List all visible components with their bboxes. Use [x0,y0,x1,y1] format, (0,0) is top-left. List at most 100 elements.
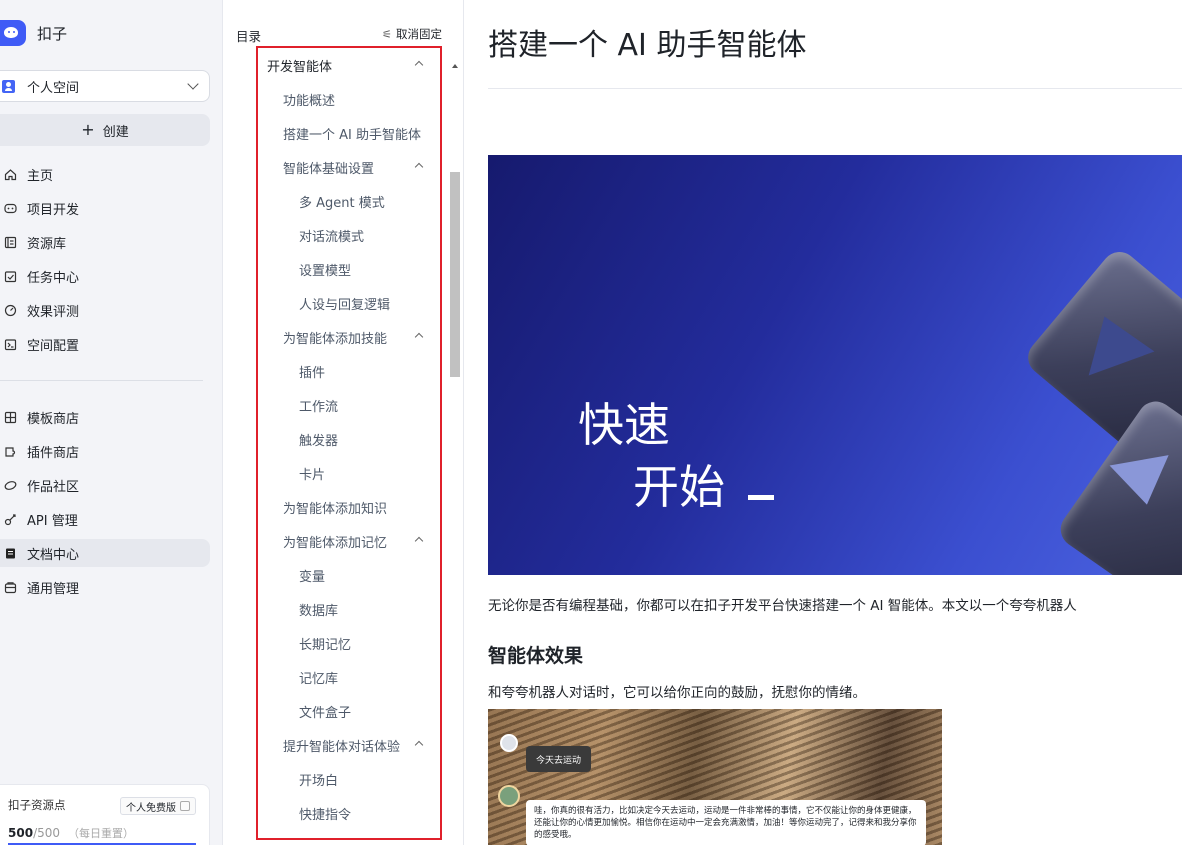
unpin-button[interactable]: ⚟ 取消固定 [382,26,442,42]
nav-label: 空间配置 [27,338,80,354]
nav-label: 效果评测 [27,304,80,320]
nav-item-settings[interactable]: 通用管理 [0,573,210,601]
toc-item[interactable]: 多 Agent 模式 [258,184,440,218]
nav-item-docs[interactable]: 文档中心 [0,539,210,567]
toc-item-label: 提升智能体对话体验 [283,739,401,755]
chevron-up-icon[interactable] [414,162,424,172]
nav-item-api[interactable]: API 管理 [0,505,210,533]
toc-item[interactable]: 智能体基础设置 [258,150,440,184]
unpin-icon: ⚟ [382,27,392,41]
toc-item[interactable]: 开发智能体 [258,48,440,82]
nav-label: 项目开发 [27,202,80,218]
toc-item[interactable]: 触发器 [258,422,440,456]
toc-item-label: 开发智能体 [267,59,333,75]
nav-main: 主页 项目开发 资源库 任务中心 效果评测 空间配置 [0,160,210,364]
toc-item[interactable]: 文件盒子 [258,694,440,728]
nav-item-library[interactable]: 资源库 [0,228,210,256]
project-icon [3,201,17,215]
unpin-label: 取消固定 [396,27,442,41]
chevron-up-icon[interactable] [414,60,424,70]
toc-item[interactable]: 卡片 [258,456,440,490]
nav-item-evaluation[interactable]: 效果评测 [0,296,210,324]
toc-item-label: 卡片 [299,467,326,483]
nav-item-home[interactable]: 主页 [0,160,210,188]
toc-item[interactable]: 长期记忆 [258,626,440,660]
nav-label: 资源库 [27,236,67,252]
nav-label: API 管理 [27,513,78,529]
plus-icon: + [81,120,95,139]
demo-screenshot: 今天去运动 哇，你真的很有活力，比如决定今天去运动，运动是一件非常棒的事情，它不… [488,709,942,845]
app-window: 扣子 个人空间 + 创建 主页 项目开发 资源库 任务中心 效果评测 空间配置 … [0,0,1182,845]
user-avatar [500,734,518,752]
toc-item[interactable]: 快捷指令 [258,796,440,830]
toc-item[interactable]: 提升智能体对话体验 [258,728,440,762]
toc-item[interactable]: 变量 [258,558,440,592]
nav-item-space-config[interactable]: 空间配置 [0,330,210,358]
nav-label: 通用管理 [27,581,80,597]
toc-item[interactable]: 人设与回复逻辑 [258,286,440,320]
create-button[interactable]: + 创建 [0,114,210,146]
toc-item-label: 搭建一个 AI 助手智能体 [283,127,421,143]
doc-icon [3,546,17,560]
toc-item[interactable]: 设置模型 [258,252,440,286]
toc-item-label: 人设与回复逻辑 [299,297,391,313]
hero-text-line2: 开始 [633,460,725,514]
section-description: 和夸夸机器人对话时，它可以给你正向的鼓励，抚慰你的情绪。 [488,685,866,701]
toc-item[interactable]: 为智能体添加知识 [258,490,440,524]
toc-item[interactable]: 记忆库 [258,660,440,694]
sidebar-divider [0,380,203,381]
nav-secondary: 模板商店 插件商店 作品社区 API 管理 文档中心 通用管理 [0,403,210,607]
credits-note: （每日重置） [68,827,135,840]
toc-title: 目录 [236,29,262,44]
toc-item[interactable]: 数据库 [258,592,440,626]
toc-panel: 目录 ⚟ 取消固定 开发智能体功能概述搭建一个 AI 助手智能体 智能体基础设置多… [224,0,464,845]
toc-item[interactable]: 对话流模式 [258,218,440,252]
hero-banner: 快速 开始 [488,155,1182,575]
chevron-up-icon[interactable] [414,332,424,342]
community-icon [3,478,17,492]
toc-item[interactable]: 开场白 [258,762,440,796]
toc-item[interactable]: 搭建一个 AI 助手智能体 [258,116,440,150]
nav-item-task[interactable]: 任务中心 [0,262,210,290]
toc-item-label: 触发器 [299,433,339,449]
chevron-up-icon[interactable] [414,740,424,750]
nav-item-project[interactable]: 项目开发 [0,194,210,222]
scrollbar-thumb[interactable] [450,172,460,377]
toc-item[interactable]: 为智能体添加技能 [258,320,440,354]
nav-item-plugin-store[interactable]: 插件商店 [0,437,210,465]
brand[interactable]: 扣子 [0,18,67,48]
credits-panel[interactable]: 扣子资源点 个人免费版 500/500 （每日重置） [0,784,210,845]
plan-label: 个人免费版 [126,802,176,814]
brand-name: 扣子 [37,24,68,43]
nav-label: 文档中心 [27,547,80,563]
toc-item-label: 功能概述 [283,93,336,109]
toc-item-label: 文件盒子 [299,705,352,721]
coze-logo-icon [0,20,26,46]
toc-item-label: 为智能体添加技能 [283,331,388,347]
evaluation-icon [3,303,17,317]
settings-icon [3,580,17,594]
toc-item-label: 为智能体添加知识 [283,501,388,517]
toc-item[interactable]: 工作流 [258,388,440,422]
plugin-icon [3,444,17,458]
toc-item[interactable]: 为智能体添加记忆 [258,524,440,558]
toc-item[interactable]: 插件 [258,354,440,388]
section-heading: 智能体效果 [488,645,584,667]
nav-label: 主页 [27,168,54,184]
toc-item[interactable]: 功能概述 [258,82,440,116]
nav-label: 插件商店 [27,445,80,461]
nav-item-community[interactable]: 作品社区 [0,471,210,499]
chevron-up-icon[interactable] [414,536,424,546]
toc-scrollbar[interactable] [448,60,462,845]
toc-item-label: 智能体基础设置 [283,161,375,177]
plan-badge[interactable]: 个人免费版 [120,797,196,815]
home-icon [3,167,17,181]
nav-item-template-store[interactable]: 模板商店 [0,403,210,431]
scroll-up-icon[interactable] [452,64,458,68]
bot-avatar [498,785,520,807]
credits-current: 500 [8,826,34,840]
article: 搭建一个 AI 助手智能体 快速 开始 无论你是否有编程基础，你都可以在扣子开发… [465,0,1182,845]
credits-value: 500/500 （每日重置） [8,825,134,841]
toc-item-label: 多 Agent 模式 [299,195,385,211]
space-selector[interactable]: 个人空间 [0,70,210,102]
